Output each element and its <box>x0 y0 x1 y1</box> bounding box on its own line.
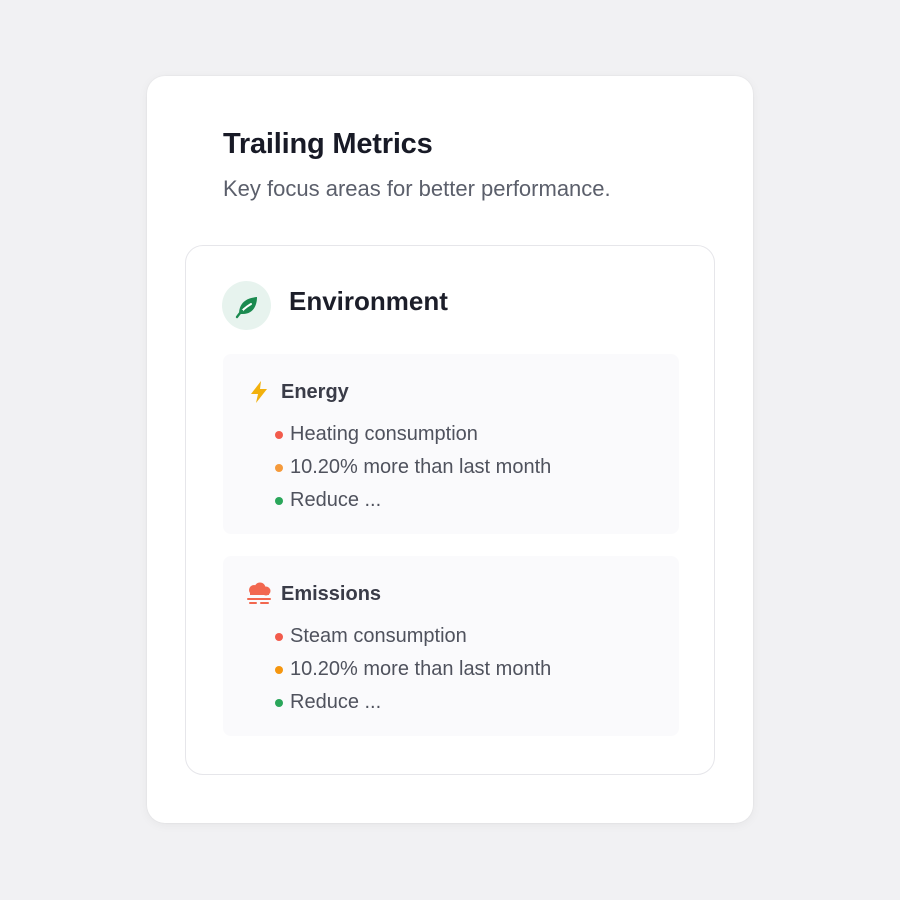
list-item: 10.20% more than last month <box>275 653 551 686</box>
status-dot <box>275 463 283 472</box>
trailing-metrics-card: Trailing Metrics Key focus areas for bet… <box>147 76 753 823</box>
list-item: Reduce ... <box>275 484 551 517</box>
leaf-icon <box>222 281 271 330</box>
list-item-text: Reduce ... <box>290 489 382 511</box>
status-dot <box>275 698 283 707</box>
metric-list: Steam consumption 10.20% more than last … <box>275 620 551 719</box>
list-item-text: 10.20% more than last month <box>290 456 552 478</box>
list-item: 10.20% more than last month <box>275 451 551 484</box>
metric-header: Emissions <box>245 582 381 606</box>
list-item: Heating consumption <box>275 418 551 451</box>
lightning-icon <box>245 380 273 404</box>
status-dot <box>275 665 283 674</box>
metric-list: Heating consumption 10.20% more than las… <box>275 418 551 517</box>
card-subtitle: Key focus areas for better performance. <box>223 176 611 201</box>
factory-smoke-icon <box>245 582 273 606</box>
list-item: Reduce ... <box>275 686 551 719</box>
list-item-text: Heating consumption <box>290 423 478 445</box>
list-item: Steam consumption <box>275 620 551 653</box>
status-dot <box>275 430 283 439</box>
metric-title: Energy <box>281 380 349 403</box>
environment-section: Environment Energy Heating consumption 1… <box>185 245 715 775</box>
metric-card-energy: Energy Heating consumption 10.20% more t… <box>223 354 679 534</box>
metric-card-emissions: Emissions Steam consumption 10.20% more … <box>223 556 679 736</box>
status-dot <box>275 632 283 641</box>
list-item-text: 10.20% more than last month <box>290 658 552 680</box>
list-item-text: Steam consumption <box>290 625 467 647</box>
section-title: Environment <box>289 286 448 316</box>
status-dot <box>275 496 283 505</box>
metric-title: Emissions <box>281 582 382 605</box>
list-item-text: Reduce ... <box>290 691 382 713</box>
card-title: Trailing Metrics <box>223 128 433 160</box>
metric-header: Energy <box>245 380 349 404</box>
